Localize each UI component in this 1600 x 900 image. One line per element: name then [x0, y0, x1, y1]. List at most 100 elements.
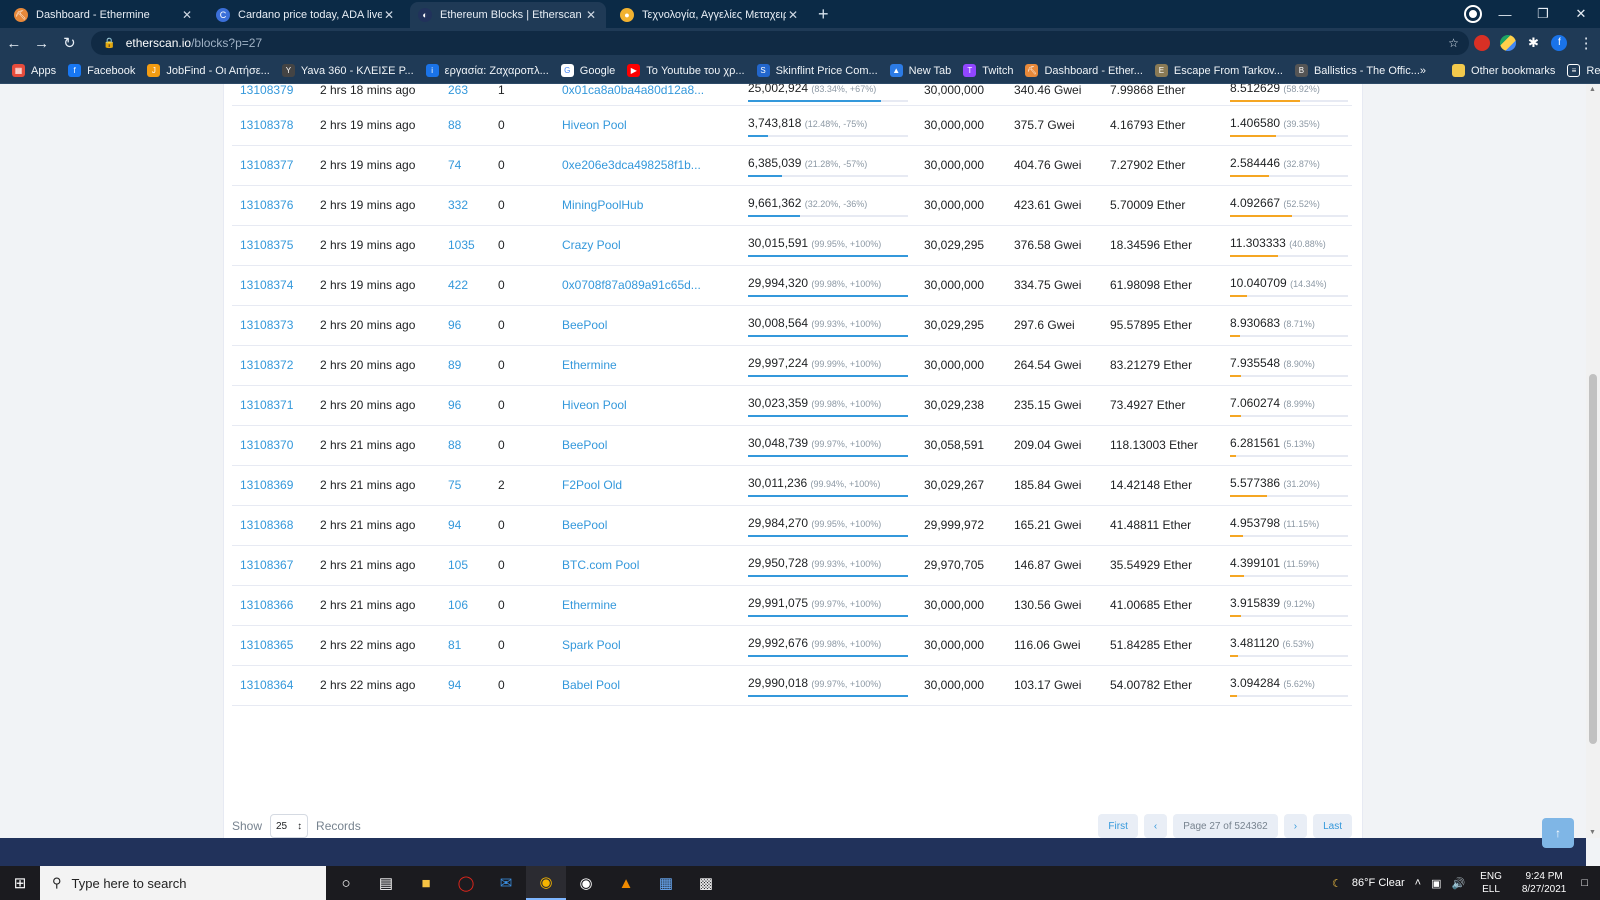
tab-close-icon[interactable]: ✕ [180, 8, 194, 22]
tab-close-icon[interactable]: ✕ [786, 8, 800, 22]
bookmark-star-icon[interactable]: ☆ [1448, 36, 1459, 50]
other-bookmarks-folder[interactable]: Other bookmarks [1452, 64, 1555, 77]
miner-link[interactable]: Babel Pool [554, 665, 740, 706]
txn-count-link[interactable]: 106 [440, 585, 490, 626]
block-number-link[interactable]: 13108374 [232, 265, 312, 306]
drive-extension-icon[interactable] [1499, 35, 1516, 51]
txn-count-link[interactable]: 88 [440, 105, 490, 146]
block-number-link[interactable]: 13108378 [232, 105, 312, 146]
menu-kebab-icon[interactable]: ⋮ [1572, 34, 1600, 52]
txn-count-link[interactable]: 74 [440, 145, 490, 186]
bookmark-item[interactable]: B Ballistics - The Offic... [1294, 64, 1420, 77]
app-icon[interactable]: ◉ [566, 866, 606, 900]
file-explorer-icon[interactable]: ■ [406, 866, 446, 900]
miner-link[interactable]: 0x0708f87a089a91c65d... [554, 265, 740, 306]
taskbar-search-box[interactable]: ⚲ Type here to search [40, 866, 326, 900]
block-number-link[interactable]: 13108365 [232, 625, 312, 666]
opera-icon[interactable]: ◯ [446, 866, 486, 900]
tray-chevron-icon[interactable]: ˄ [1415, 877, 1421, 889]
back-icon[interactable]: ← [0, 35, 28, 52]
bookmark-item[interactable]: G Google [560, 64, 615, 77]
block-number-link[interactable]: 13108364 [232, 665, 312, 706]
address-bar[interactable]: 🔒 etherscan.io/blocks?p=27 ☆ [91, 31, 1469, 55]
miner-link[interactable]: BeePool [554, 305, 740, 346]
bookmark-item[interactable]: ▶ Το Youtube του χρ... [627, 64, 745, 77]
scroll-up-icon[interactable]: ▲ [1589, 86, 1596, 93]
block-number-link[interactable]: 13108366 [232, 585, 312, 626]
page-scrollbar[interactable]: ▲ ▼ [1586, 84, 1600, 838]
txn-count-link[interactable]: 96 [440, 385, 490, 426]
block-number-link[interactable]: 13108373 [232, 305, 312, 346]
prev-page-button[interactable]: ‹ [1143, 814, 1168, 838]
txn-count-link[interactable]: 422 [440, 265, 490, 306]
block-number-link[interactable]: 13108369 [232, 465, 312, 506]
notifications-icon[interactable]: □ [1581, 877, 1588, 889]
tab-close-icon[interactable]: ✕ [584, 8, 598, 22]
bookmark-item[interactable]: ▲ New Tab [889, 64, 951, 77]
reading-list-button[interactable]: ≡ Reading list [1567, 64, 1600, 77]
miner-link[interactable]: Spark Pool [554, 625, 740, 666]
bookmark-item[interactable]: J JobFind - Οι Αιτήσε... [147, 64, 270, 77]
clock[interactable]: 9:24 PM 8/27/2021 [1522, 870, 1567, 896]
miner-link[interactable]: MiningPoolHub [554, 185, 740, 226]
miner-link[interactable]: 0x01ca8a0ba4a80d12a8... [554, 84, 740, 106]
txn-count-link[interactable]: 263 [440, 84, 490, 106]
miner-link[interactable]: Crazy Pool [554, 225, 740, 266]
bookmark-item[interactable]: ⛏ Dashboard - Ether... [1025, 64, 1143, 77]
miner-link[interactable]: Ethermine [554, 585, 740, 626]
opera-extension-icon[interactable] [1473, 35, 1490, 51]
first-page-button[interactable]: First [1098, 814, 1138, 838]
browser-tab[interactable]: ⛏ Dashboard - Ethermine ✕ [6, 2, 202, 28]
network-icon[interactable]: ▣ [1431, 877, 1441, 890]
volume-icon[interactable]: 🔊 [1451, 877, 1465, 890]
txn-count-link[interactable]: 94 [440, 665, 490, 706]
txn-count-link[interactable]: 332 [440, 185, 490, 226]
block-number-link[interactable]: 13108376 [232, 185, 312, 226]
block-number-link[interactable]: 13108375 [232, 225, 312, 266]
back-to-top-button[interactable]: ↑ [1542, 818, 1574, 848]
miner-link[interactable]: BeePool [554, 425, 740, 466]
block-number-link[interactable]: 13108367 [232, 545, 312, 586]
weather-text[interactable]: 86°F Clear [1352, 877, 1405, 889]
reload-icon[interactable]: ↻ [56, 34, 84, 52]
account-avatar-icon[interactable]: f [1551, 35, 1568, 51]
miner-link[interactable]: 0xe206e3dca498258f1b... [554, 145, 740, 186]
restore-icon[interactable]: ❐ [1524, 0, 1562, 28]
txn-count-link[interactable]: 94 [440, 505, 490, 546]
bookmark-item[interactable]: T Twitch [963, 64, 1013, 77]
txn-count-link[interactable]: 88 [440, 425, 490, 466]
miner-link[interactable]: BTC.com Pool [554, 545, 740, 586]
window-close-icon[interactable]: ✕ [1562, 0, 1600, 28]
txn-count-link[interactable]: 75 [440, 465, 490, 506]
extensions-icon[interactable]: ✱ [1525, 35, 1542, 51]
bookmark-item[interactable]: Y Yava 360 - ΚΛΕΙΣΕ Ρ... [281, 64, 414, 77]
block-number-link[interactable]: 13108368 [232, 505, 312, 546]
txn-count-link[interactable]: 1035 [440, 225, 490, 266]
chrome-icon[interactable]: ◉ [526, 866, 566, 900]
bookmarks-overflow-icon[interactable]: » [1420, 65, 1426, 77]
miner-link[interactable]: F2Pool Old [554, 465, 740, 506]
cortana-icon[interactable]: ○ [326, 866, 366, 900]
records-per-page-select[interactable]: 25 ↕ [270, 814, 309, 838]
task-view-icon[interactable]: ▤ [366, 866, 406, 900]
block-number-link[interactable]: 13108371 [232, 385, 312, 426]
last-page-button[interactable]: Last [1313, 814, 1352, 838]
browser-tab[interactable]: ● Τεχνολογία, Αγγελίες Μεταχειρι ✕ [612, 2, 808, 28]
language-indicator[interactable]: ENG ELL [1480, 870, 1502, 896]
bookmark-item[interactable]: ▦ Apps [12, 64, 56, 77]
bookmark-item[interactable]: S Skinflint Price Com... [756, 64, 878, 77]
terminal-icon[interactable]: ▩ [686, 866, 726, 900]
miner-link[interactable]: Hiveon Pool [554, 385, 740, 426]
profile-icon[interactable] [1464, 5, 1482, 23]
windows-start-icon[interactable]: ⊞ [0, 866, 40, 900]
mail-icon[interactable]: ✉ [486, 866, 526, 900]
block-number-link[interactable]: 13108379 [232, 84, 312, 106]
new-tab-button[interactable]: + [818, 4, 829, 25]
next-page-button[interactable]: › [1283, 814, 1308, 838]
txn-count-link[interactable]: 89 [440, 345, 490, 386]
txn-count-link[interactable]: 81 [440, 625, 490, 666]
block-number-link[interactable]: 13108370 [232, 425, 312, 466]
miner-link[interactable]: BeePool [554, 505, 740, 546]
vlc-icon[interactable]: ▲ [606, 866, 646, 900]
browser-tab[interactable]: C Cardano price today, ADA live m ✕ [208, 2, 404, 28]
